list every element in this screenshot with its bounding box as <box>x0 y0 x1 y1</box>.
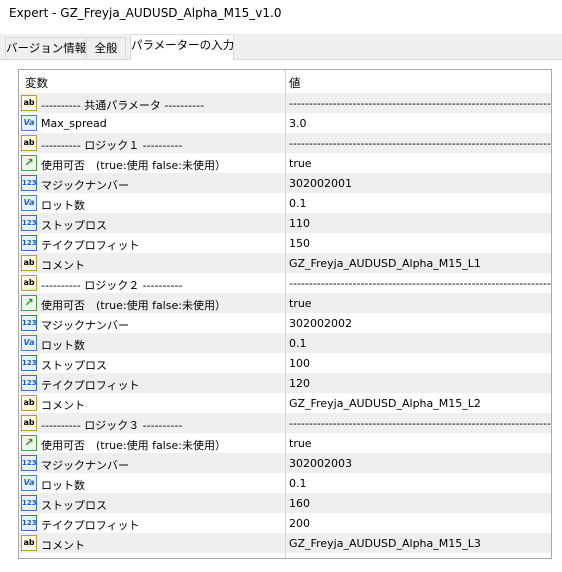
parameter-name: ---------- ロジック２ ---------- <box>41 279 183 292</box>
parameter-value[interactable]: true <box>289 297 312 310</box>
parameter-value[interactable]: 0.1 <box>289 197 307 210</box>
parameter-value[interactable]: 160 <box>289 497 310 510</box>
parameter-value[interactable]: 302002003 <box>289 457 352 470</box>
double-icon: Va <box>21 475 37 491</box>
tab-parameters[interactable]: パラメーターの入力 <box>130 34 234 60</box>
parameter-value[interactable]: 200 <box>289 517 310 530</box>
parameter-value[interactable]: GZ_Freyja_AUDUSD_Alpha_M15_L2 <box>289 397 481 410</box>
column-header-value[interactable]: 値 <box>289 75 301 91</box>
parameter-name: 使用可否 (true:使用 false:未使用） <box>41 159 226 172</box>
parameter-name: ロット数 <box>41 199 85 212</box>
integer-icon: 123 <box>21 235 37 251</box>
double-icon: Va <box>21 195 37 211</box>
column-header-variable[interactable]: 変数 <box>25 75 48 91</box>
integer-icon: 123 <box>21 315 37 331</box>
boolean-icon: ↗ <box>21 155 37 171</box>
integer-icon: 123 <box>21 455 37 471</box>
parameter-name: 使用可否 (true:使用 false:未使用） <box>41 299 226 312</box>
parameter-value[interactable]: ----------------------------------------… <box>289 277 551 290</box>
parameter-name: マジックナンバー <box>41 179 129 192</box>
parameter-name: テイクプロフィット <box>41 239 140 252</box>
parameter-value[interactable]: GZ_Freyja_AUDUSD_Alpha_M15_L3 <box>289 537 481 550</box>
tab-version-info[interactable]: バージョン情報 <box>5 37 86 58</box>
parameter-name: マジックナンバー <box>41 319 129 332</box>
tab-general[interactable]: 全般 <box>86 37 126 58</box>
parameter-name: ロット数 <box>41 339 85 352</box>
string-icon: ab <box>21 95 37 111</box>
parameter-name: マジックナンバー <box>41 459 129 472</box>
parameter-value[interactable]: ----------------------------------------… <box>289 97 551 110</box>
boolean-icon: ↗ <box>21 435 37 451</box>
parameter-value[interactable]: true <box>289 437 312 450</box>
window-title: Expert - GZ_Freyja_AUDUSD_Alpha_M15_v1.0 <box>9 6 282 20</box>
parameter-value[interactable]: ----------------------------------------… <box>289 417 551 430</box>
parameter-value[interactable]: 120 <box>289 377 310 390</box>
double-icon: Va <box>21 335 37 351</box>
parameter-name: 使用可否 (true:使用 false:未使用） <box>41 439 226 452</box>
parameter-name: テイクプロフィット <box>41 379 140 392</box>
string-icon: ab <box>21 535 37 551</box>
integer-icon: 123 <box>21 175 37 191</box>
boolean-icon: ↗ <box>21 295 37 311</box>
parameter-name: コメント <box>41 539 85 552</box>
parameter-name: ---------- 共通パラメータ ---------- <box>41 99 205 112</box>
parameter-name: テイクプロフィット <box>41 519 140 532</box>
parameter-value[interactable]: 0.1 <box>289 337 307 350</box>
string-icon: ab <box>21 255 37 271</box>
string-icon: ab <box>21 275 37 291</box>
string-icon: ab <box>21 395 37 411</box>
parameter-value[interactable]: 3.0 <box>289 117 307 130</box>
parameter-name: ---------- ロジック１ ---------- <box>41 139 183 152</box>
parameter-name: Max_spread <box>41 117 107 130</box>
parameter-value[interactable]: true <box>289 157 312 170</box>
parameter-name: ストップロス <box>41 499 107 512</box>
string-icon: ab <box>21 135 37 151</box>
parameter-value[interactable]: ----------------------------------------… <box>289 137 551 150</box>
double-icon: Va <box>21 115 37 131</box>
parameter-value[interactable]: 302002001 <box>289 177 352 190</box>
parameter-name: ストップロス <box>41 219 107 232</box>
string-icon: ab <box>21 415 37 431</box>
integer-icon: 123 <box>21 375 37 391</box>
parameter-value[interactable]: 0.1 <box>289 477 307 490</box>
parameter-value[interactable]: 110 <box>289 217 310 230</box>
parameter-name: コメント <box>41 399 85 412</box>
integer-icon: 123 <box>21 355 37 371</box>
parameter-value[interactable]: GZ_Freyja_AUDUSD_Alpha_M15_L1 <box>289 257 481 270</box>
integer-icon: 123 <box>21 515 37 531</box>
parameter-name: ---------- ロジック３ ---------- <box>41 419 183 432</box>
parameter-value[interactable]: 150 <box>289 237 310 250</box>
parameter-value[interactable]: 100 <box>289 357 310 370</box>
integer-icon: 123 <box>21 215 37 231</box>
parameter-value[interactable]: 302002002 <box>289 317 352 330</box>
parameter-name: ロット数 <box>41 479 85 492</box>
column-divider <box>285 70 286 558</box>
parameter-name: コメント <box>41 259 85 272</box>
parameter-name: ストップロス <box>41 359 107 372</box>
parameters-grid: 変数 値 ab ---------- 共通パラメータ ---------- ----… <box>18 69 552 559</box>
integer-icon: 123 <box>21 495 37 511</box>
title-bar: Expert - GZ_Freyja_AUDUSD_Alpha_M15_v1.0 <box>0 0 562 28</box>
